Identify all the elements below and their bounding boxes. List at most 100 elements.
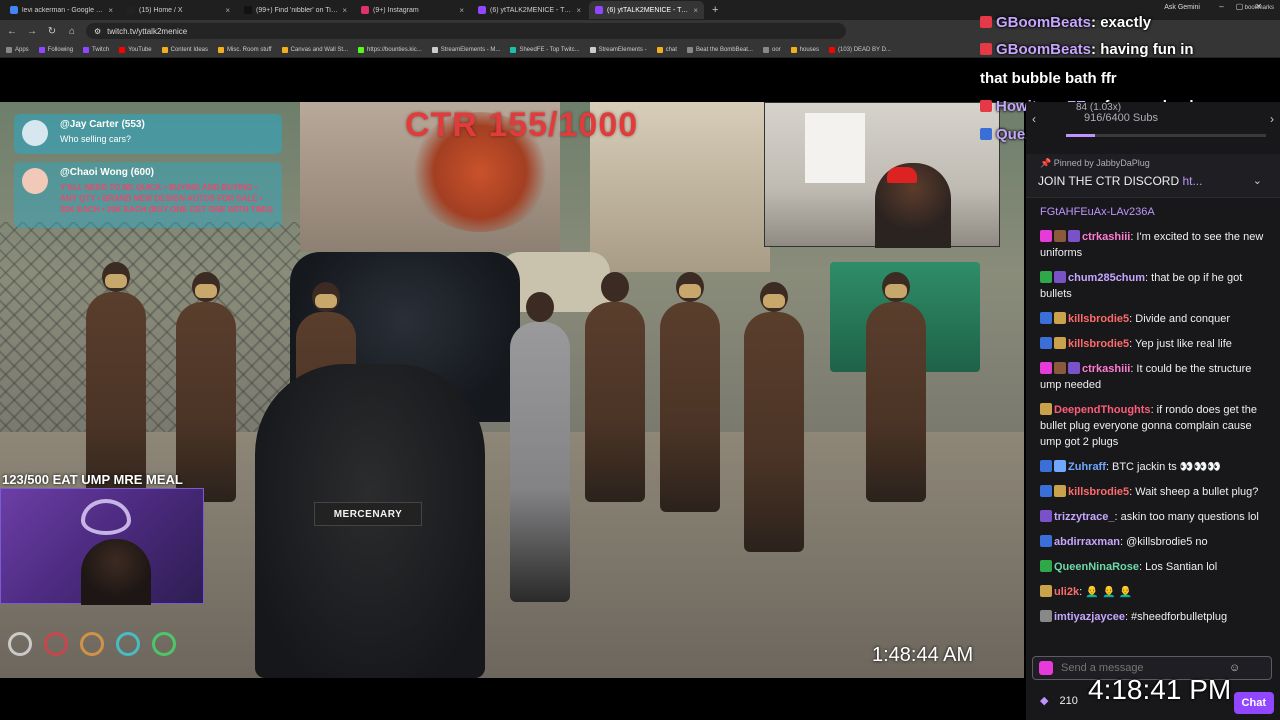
- chat-message[interactable]: trizzytrace_: askin too many questions l…: [1026, 507, 1280, 527]
- back-icon[interactable]: ←: [6, 26, 18, 37]
- chat-input[interactable]: [1061, 662, 1221, 674]
- bookmark-item[interactable]: StreamElements - M...: [431, 46, 500, 53]
- goal-text: 123/500 EAT UMP MRE MEAL: [2, 472, 183, 487]
- chat-username[interactable]: trizzytrace_: [1054, 511, 1115, 523]
- pinned-message[interactable]: 📌 Pinned by JabbyDaPlug JOIN THE CTR DIS…: [1026, 154, 1280, 198]
- bookmark-item[interactable]: https://bounties.kic...: [358, 46, 422, 53]
- red-cap: [887, 167, 917, 183]
- new-tab-icon[interactable]: +: [706, 4, 724, 16]
- chat-badge-icon[interactable]: [1040, 535, 1052, 547]
- chat-username[interactable]: ctrkashiii: [1082, 363, 1130, 375]
- chat-badge-icon[interactable]: [1054, 460, 1066, 472]
- chat-message[interactable]: chum285chum: that be op if he got bullet…: [1026, 268, 1280, 304]
- chat-badge-icon[interactable]: [1040, 585, 1052, 597]
- close-tab-icon[interactable]: ×: [576, 6, 581, 15]
- chat-message[interactable]: DeependThoughts: if rondo does get the b…: [1026, 400, 1280, 452]
- bookmark-item[interactable]: Beat the BombBeat...: [686, 46, 753, 53]
- chat-message[interactable]: ctrkashiii: It could be the structure um…: [1026, 359, 1280, 395]
- chat-username[interactable]: killsbrodie5: [1068, 338, 1129, 350]
- browser-tab[interactable]: (15) Home / X ×: [121, 1, 236, 19]
- chat-username[interactable]: killsbrodie5: [1068, 486, 1129, 498]
- chat-badge-icon[interactable]: [1040, 271, 1052, 283]
- chat-badge-icon[interactable]: [1054, 312, 1066, 324]
- chat-badge-icon[interactable]: [1040, 510, 1052, 522]
- bookmark-item[interactable]: Twitch: [83, 46, 109, 53]
- chat-message[interactable]: uli2k: 👨‍🦲 👨‍🦲 👨‍🦲: [1026, 582, 1280, 602]
- chat-badge-icon[interactable]: [1040, 230, 1052, 242]
- chat-message[interactable]: abdirraxman: @killsbrodie5 no: [1026, 532, 1280, 552]
- chat-badge-icon[interactable]: [1040, 610, 1052, 622]
- bookmark-item[interactable]: Misc. Room stuff: [218, 46, 272, 53]
- chat-message[interactable]: killsbrodie5: Yep just like real life: [1026, 334, 1280, 354]
- chat-badge-icon[interactable]: [1040, 403, 1052, 415]
- chat-badge-icon[interactable]: [1040, 485, 1052, 497]
- chat-username[interactable]: uli2k: [1054, 586, 1079, 598]
- video-player[interactable]: MERCENARY CTR 155/1000 @Jay Carter (553)…: [0, 102, 1024, 678]
- browser-tab[interactable]: (9+) Instagram ×: [355, 1, 470, 19]
- chat-badge-icon[interactable]: [1040, 560, 1052, 572]
- chat-badge-icon[interactable]: [1040, 337, 1052, 349]
- browser-tab[interactable]: (6) ytTALK2MENICE - Twitch ×: [589, 1, 704, 19]
- chat-username[interactable]: ctrkashiii: [1082, 231, 1130, 243]
- chat-badge-icon[interactable]: [1054, 362, 1066, 374]
- chat-username[interactable]: Zuhraff: [1068, 461, 1106, 473]
- bookmark-item[interactable]: houses: [790, 46, 819, 53]
- bookmark-item[interactable]: StreamElements -: [589, 46, 647, 53]
- chat-username[interactable]: QueenNinaRose: [1054, 561, 1139, 573]
- close-tab-icon[interactable]: ×: [693, 6, 698, 15]
- chat-badge-icon[interactable]: [1054, 485, 1066, 497]
- bookmark-item[interactable]: SheedFE - Top Twitc...: [510, 46, 580, 53]
- chat-message[interactable]: FGtAHFEuAx-LAv236A: [1026, 202, 1280, 222]
- close-tab-icon[interactable]: ×: [459, 6, 464, 15]
- chat-badge-icon[interactable]: [1054, 271, 1066, 283]
- chevron-left-icon[interactable]: ‹: [1032, 112, 1036, 126]
- chat-badge-icon[interactable]: [1040, 362, 1052, 374]
- chat-username[interactable]: chum285chum: [1068, 272, 1145, 284]
- close-tab-icon[interactable]: ×: [108, 6, 113, 15]
- browser-tab[interactable]: levi ackerman - Google Search×: [4, 1, 119, 19]
- close-tab-icon[interactable]: ×: [342, 6, 347, 15]
- chat-username[interactable]: imtiyazjaycee: [1054, 611, 1125, 623]
- browser-tab[interactable]: (6) ytTALK2MENICE - Twitch ×: [472, 1, 587, 19]
- chat-badge-icon[interactable]: [1068, 362, 1080, 374]
- chat-username[interactable]: DeependThoughts: [1054, 404, 1151, 416]
- chat-message[interactable]: killsbrodie5: Divide and conquer: [1026, 309, 1280, 329]
- chat-message[interactable]: ctrkashiii: I'm excited to see the new u…: [1026, 227, 1280, 263]
- chat-username[interactable]: abdirraxman: [1054, 536, 1120, 548]
- channel-points[interactable]: ◆ 210: [1040, 694, 1078, 707]
- close-tab-icon[interactable]: ×: [225, 6, 230, 15]
- browser-tab[interactable]: (99+) Find 'nibbler' on TikTok | ×: [238, 1, 353, 19]
- pinned-link[interactable]: ht...: [1182, 174, 1202, 188]
- chevron-right-icon[interactable]: ›: [1270, 112, 1274, 126]
- ask-gemini-button[interactable]: Ask Gemini: [1164, 4, 1200, 11]
- chat-button[interactable]: Chat: [1233, 692, 1274, 714]
- bookmark-item[interactable]: (103) DEAD BY D...: [829, 46, 891, 53]
- character: [510, 292, 570, 602]
- url-field[interactable]: ⚙ twitch.tv/yttalk2menice: [86, 23, 846, 39]
- bookmark-item[interactable]: Following: [38, 46, 73, 53]
- bookmark-item[interactable]: YouTube: [119, 46, 152, 53]
- chat-message[interactable]: QueenNinaRose: Los Santian lol: [1026, 557, 1280, 577]
- chat-message[interactable]: Zuhraff: BTC jackin ts 👀👀👀: [1026, 457, 1280, 477]
- chat-badge-icon[interactable]: [1054, 337, 1066, 349]
- bookmark-item[interactable]: Canvas and Wall St...: [281, 46, 348, 53]
- emote-picker-icon[interactable]: ☺: [1229, 662, 1240, 674]
- chat-badge-icon[interactable]: [1054, 230, 1066, 242]
- bookmark-item[interactable]: Content Ideas: [161, 46, 208, 53]
- all-bookmarks-link[interactable]: bookmarks: [1245, 5, 1274, 11]
- chat-message[interactable]: killsbrodie5: Wait sheep a bullet plug?: [1026, 482, 1280, 502]
- bookmark-item[interactable]: chat: [656, 46, 677, 53]
- site-info-icon[interactable]: ⚙: [94, 27, 101, 36]
- chevron-down-icon[interactable]: ⌄: [1253, 174, 1262, 187]
- home-icon[interactable]: ⌂: [66, 26, 78, 37]
- chat-badge-icon[interactable]: [1068, 230, 1080, 242]
- chat-username[interactable]: killsbrodie5: [1068, 313, 1129, 325]
- chat-badge-icon[interactable]: [1040, 460, 1052, 472]
- chat-badge-icon[interactable]: [1040, 312, 1052, 324]
- bookmark-item[interactable]: oor: [762, 46, 781, 53]
- forward-icon[interactable]: →: [26, 26, 38, 37]
- reload-icon[interactable]: ↻: [46, 26, 58, 37]
- emote-badge-icon[interactable]: [1039, 661, 1053, 675]
- chat-message[interactable]: imtiyazjaycee: #sheedforbulletplug: [1026, 607, 1280, 627]
- bookmark-item[interactable]: Apps: [6, 46, 29, 53]
